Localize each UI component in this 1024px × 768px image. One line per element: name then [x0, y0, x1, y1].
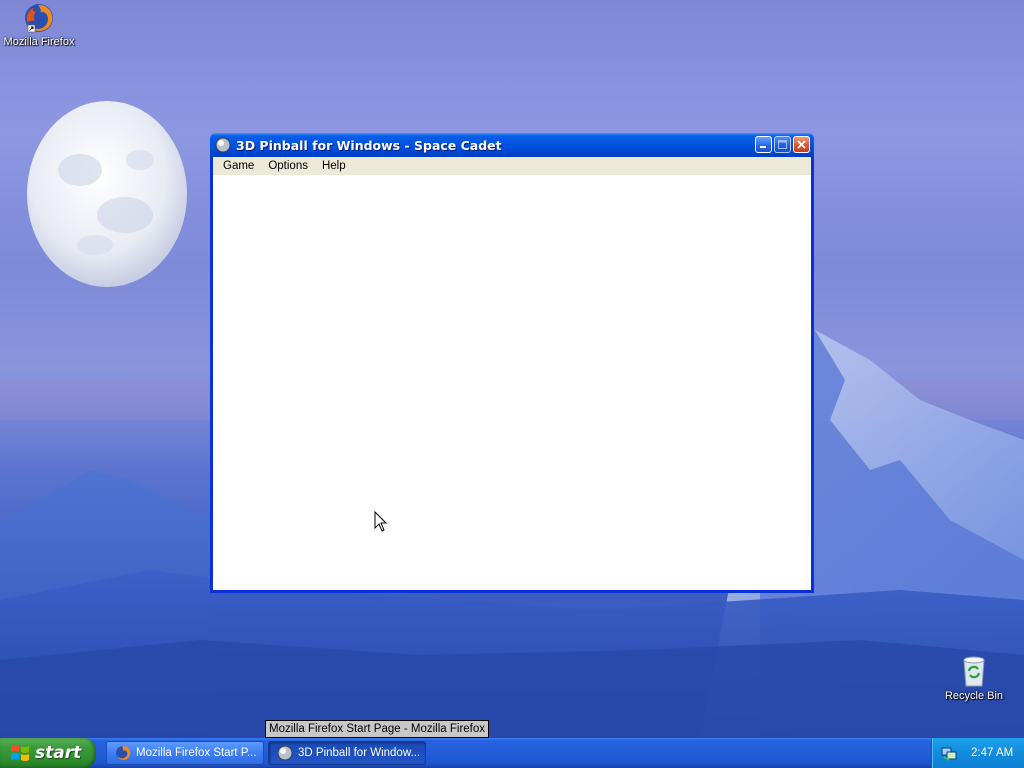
- menubar: Game Options Help: [213, 157, 811, 175]
- desktop-icon-recycle-bin[interactable]: Recycle Bin: [936, 654, 1012, 704]
- minimize-icon: [760, 146, 766, 148]
- firefox-icon: [25, 4, 53, 33]
- recycle-bin-icon: [963, 656, 985, 687]
- menu-game[interactable]: Game: [216, 160, 261, 172]
- taskbar-button-label: Mozilla Firefox Start P...: [136, 747, 257, 759]
- pinball-icon: [215, 137, 231, 153]
- close-button[interactable]: [793, 136, 810, 153]
- pinball-window[interactable]: 3D Pinball for Windows - Space Cadet Gam…: [210, 133, 814, 593]
- system-tray: 2:47 AM: [931, 738, 1024, 768]
- taskbar-tooltip: Mozilla Firefox Start Page - Mozilla Fir…: [265, 720, 490, 738]
- moon: [27, 101, 187, 287]
- windows-logo-icon: [11, 745, 29, 761]
- window-title: 3D Pinball for Windows - Space Cadet: [236, 137, 502, 153]
- taskbar-button-label: 3D Pinball for Window...: [298, 747, 421, 759]
- window-titlebar[interactable]: 3D Pinball for Windows - Space Cadet: [210, 133, 814, 157]
- desktop: Mozilla Firefox Recycle Bin 3D Pinball f…: [0, 0, 1024, 738]
- maximize-icon: [778, 140, 787, 149]
- pinball-icon: [277, 745, 293, 761]
- mouse-cursor-icon: [374, 511, 388, 532]
- taskbar-button-pinball[interactable]: 3D Pinball for Window...: [268, 741, 426, 765]
- menu-options[interactable]: Options: [261, 160, 315, 172]
- game-canvas[interactable]: [213, 175, 811, 590]
- minimize-button[interactable]: [755, 136, 772, 153]
- taskbar-button-firefox[interactable]: Mozilla Firefox Start P...: [106, 741, 264, 765]
- tray-clock[interactable]: 2:47 AM: [971, 747, 1013, 759]
- desktop-icon-label: Recycle Bin: [944, 690, 1004, 702]
- start-button[interactable]: start: [0, 738, 96, 768]
- maximize-button[interactable]: [774, 136, 791, 153]
- firefox-icon: [116, 745, 131, 760]
- desktop-icon-firefox[interactable]: Mozilla Firefox: [1, 2, 77, 50]
- network-icon[interactable]: [941, 745, 957, 761]
- desktop-icon-label: Mozilla Firefox: [3, 36, 75, 48]
- close-icon: [797, 140, 806, 149]
- taskbar: start Mozilla Firefox Start P... 3D Pinb…: [0, 738, 1024, 768]
- menu-help[interactable]: Help: [315, 160, 353, 172]
- start-label: start: [35, 743, 82, 763]
